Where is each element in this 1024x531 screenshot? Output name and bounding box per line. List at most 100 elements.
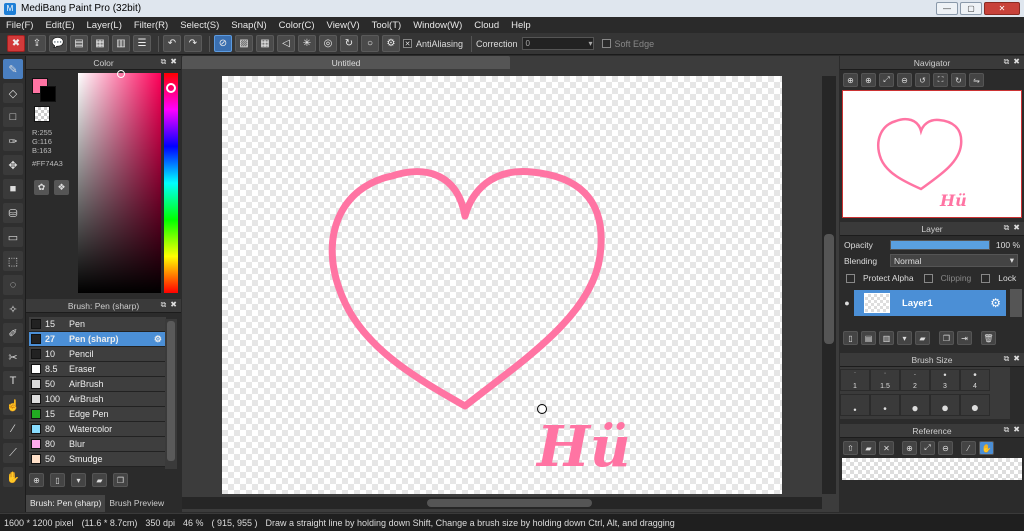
brush-list-item[interactable]: 15 Edge Pen [29, 407, 166, 422]
duplicate-brush-icon[interactable]: ❐ [113, 473, 128, 487]
soft-edge-checkbox[interactable] [601, 39, 611, 48]
comment-icon[interactable]: 💬 [49, 35, 67, 52]
new-layer-icon[interactable]: ▯ [843, 331, 858, 345]
layer-folder-icon[interactable]: ▰ [915, 331, 930, 345]
hand-tool-icon[interactable]: ✋ [3, 467, 23, 487]
undo-icon[interactable]: ↶ [163, 35, 181, 52]
menu-edit[interactable]: Edit(E) [39, 20, 80, 31]
share-icon[interactable]: ⇪ [28, 35, 46, 52]
gradient-tool-icon[interactable]: ▭ [3, 227, 23, 247]
magic-wand-tool-icon[interactable]: ✧ [3, 299, 23, 319]
text-tool-icon[interactable]: T [3, 371, 23, 391]
bucket-tool-icon[interactable]: ⛁ [3, 203, 23, 223]
lock-checkbox[interactable] [981, 273, 991, 283]
tab-brush-preview[interactable]: Brush Preview [105, 495, 168, 512]
snap-circle-icon[interactable]: ◎ [319, 35, 337, 52]
background-color-swatch[interactable] [40, 86, 56, 102]
menu-cloud[interactable]: Cloud [468, 20, 505, 31]
menu-color[interactable]: Color(C) [273, 20, 321, 31]
redo-icon[interactable]: ↷ [184, 35, 202, 52]
brush-list-item[interactable]: 8.5 Eraser [29, 362, 166, 377]
brush-size-cell[interactable]: ● [900, 394, 930, 416]
brush-size-cell[interactable]: · 1 [840, 369, 870, 391]
visibility-icon[interactable]: ● [840, 298, 854, 308]
fit-icon[interactable]: ⤢ [879, 73, 894, 87]
reference-zoom-out-icon[interactable]: ⊖ [938, 441, 953, 455]
select-eraser-tool-icon[interactable]: ✂ [3, 347, 23, 367]
new-brush-icon[interactable]: ▯ [50, 473, 65, 487]
brush-size-cell[interactable]: · 2 [900, 369, 930, 391]
correction-select[interactable]: 0 ▾ [521, 37, 594, 50]
move-tool-icon[interactable]: ✥ [3, 155, 23, 175]
discard-icon[interactable]: ✖ [7, 35, 25, 52]
navigator-preview[interactable]: Hü [842, 90, 1022, 218]
opacity-slider[interactable] [889, 240, 990, 250]
maximize-button[interactable]: ▢ [960, 2, 982, 15]
rectangle-tool-icon[interactable]: □ [3, 107, 23, 127]
panel-close-icon[interactable]: ✖ [1013, 223, 1020, 233]
brush-list-scroll-thumb[interactable] [167, 321, 175, 461]
brush-list-item[interactable]: 80 Watercolor [29, 422, 166, 437]
merge-layer-icon[interactable]: ⇥ [957, 331, 972, 345]
sv-cursor[interactable] [117, 70, 125, 78]
snap-settings-icon[interactable]: ⚙ [382, 35, 400, 52]
dropper-tool-icon[interactable]: ⟋ [3, 443, 23, 463]
panel-close-icon[interactable]: ✖ [1013, 57, 1020, 67]
brush-list-item[interactable]: 80 Blur [29, 437, 166, 452]
undock-icon[interactable]: ⧉ [161, 57, 167, 67]
drawing-canvas[interactable]: Hü [222, 76, 782, 494]
layer-settings-icon[interactable]: ⚙ [990, 296, 1001, 310]
brush-list-item[interactable]: 100 AirBrush [29, 392, 166, 407]
note-icon[interactable]: ▤ [70, 35, 88, 52]
menu-file[interactable]: File(F) [0, 20, 39, 31]
brush-size-cell[interactable]: · 1.5 [870, 369, 900, 391]
vertical-scrollbar[interactable] [822, 76, 836, 494]
reference-eyedropper-icon[interactable]: ⁄ [961, 441, 976, 455]
brush-size-cell[interactable]: • 4 [960, 369, 990, 391]
brush-tool-icon[interactable]: ✎ [3, 59, 23, 79]
new-halftone-layer-icon[interactable]: ▤ [861, 331, 876, 345]
saturation-value-picker[interactable] [78, 70, 161, 293]
flip-icon[interactable]: ⇋ [969, 73, 984, 87]
rotate-right-icon[interactable]: ↻ [951, 73, 966, 87]
eyedropper-tool-icon[interactable]: ⁄ [3, 419, 23, 439]
document-tab[interactable]: Untitled [182, 56, 510, 69]
menu-window[interactable]: Window(W) [407, 20, 468, 31]
reference-fit-icon[interactable]: ⤢ [920, 441, 935, 455]
zoom-out-icon[interactable]: ⊖ [897, 73, 912, 87]
undock-icon[interactable]: ⧉ [1004, 354, 1010, 364]
panel-close-icon[interactable]: ✖ [170, 300, 177, 310]
reference-upload-icon[interactable]: ⇧ [843, 441, 858, 455]
transparent-color-swatch[interactable] [34, 106, 50, 122]
snap-curve-icon[interactable]: ↻ [340, 35, 358, 52]
menu-layer[interactable]: Layer(L) [81, 20, 128, 31]
panel-close-icon[interactable]: ✖ [1013, 354, 1020, 364]
snap-off-icon[interactable]: ⊘ [214, 35, 232, 52]
list-icon[interactable]: ☰ [133, 35, 151, 52]
fill-rect-tool-icon[interactable]: ■ [3, 179, 23, 199]
actual-size-icon[interactable]: ⛶ [933, 73, 948, 87]
snap-vanishing-icon[interactable]: ◁ [277, 35, 295, 52]
layer-options-icon[interactable]: ▾ [897, 331, 912, 345]
snap-cross-icon[interactable]: ▦ [256, 35, 274, 52]
select-rect-tool-icon[interactable]: ⬚ [3, 251, 23, 271]
zoom-in-alt-icon[interactable]: ⊕ [861, 73, 876, 87]
delete-layer-icon[interactable]: 🗑 [981, 331, 996, 345]
reference-hand-icon[interactable]: ✋ [979, 441, 994, 455]
protect-alpha-checkbox[interactable] [846, 273, 855, 283]
grid-doc-icon[interactable]: ▥ [112, 35, 130, 52]
snap-radial-icon[interactable]: ✳ [298, 35, 316, 52]
undock-icon[interactable]: ⧉ [1004, 425, 1010, 435]
panel-close-icon[interactable]: ✖ [1013, 425, 1020, 435]
brush-size-cell[interactable]: ● [960, 394, 990, 416]
duplicate-layer-icon[interactable]: ❐ [939, 331, 954, 345]
brush-size-cell[interactable]: ● [930, 394, 960, 416]
brush-list-scrollbar[interactable] [165, 319, 177, 469]
snap-parallel-icon[interactable]: ▨ [235, 35, 253, 52]
hue-slider[interactable] [164, 73, 178, 293]
brush-options-icon[interactable]: ▾ [71, 473, 86, 487]
undock-icon[interactable]: ⧉ [161, 300, 167, 310]
brush-list-item[interactable]: 50 AirBrush [29, 377, 166, 392]
snap-ellipse-icon[interactable]: ○ [361, 35, 379, 52]
eraser-tool-icon[interactable]: ◇ [3, 83, 23, 103]
